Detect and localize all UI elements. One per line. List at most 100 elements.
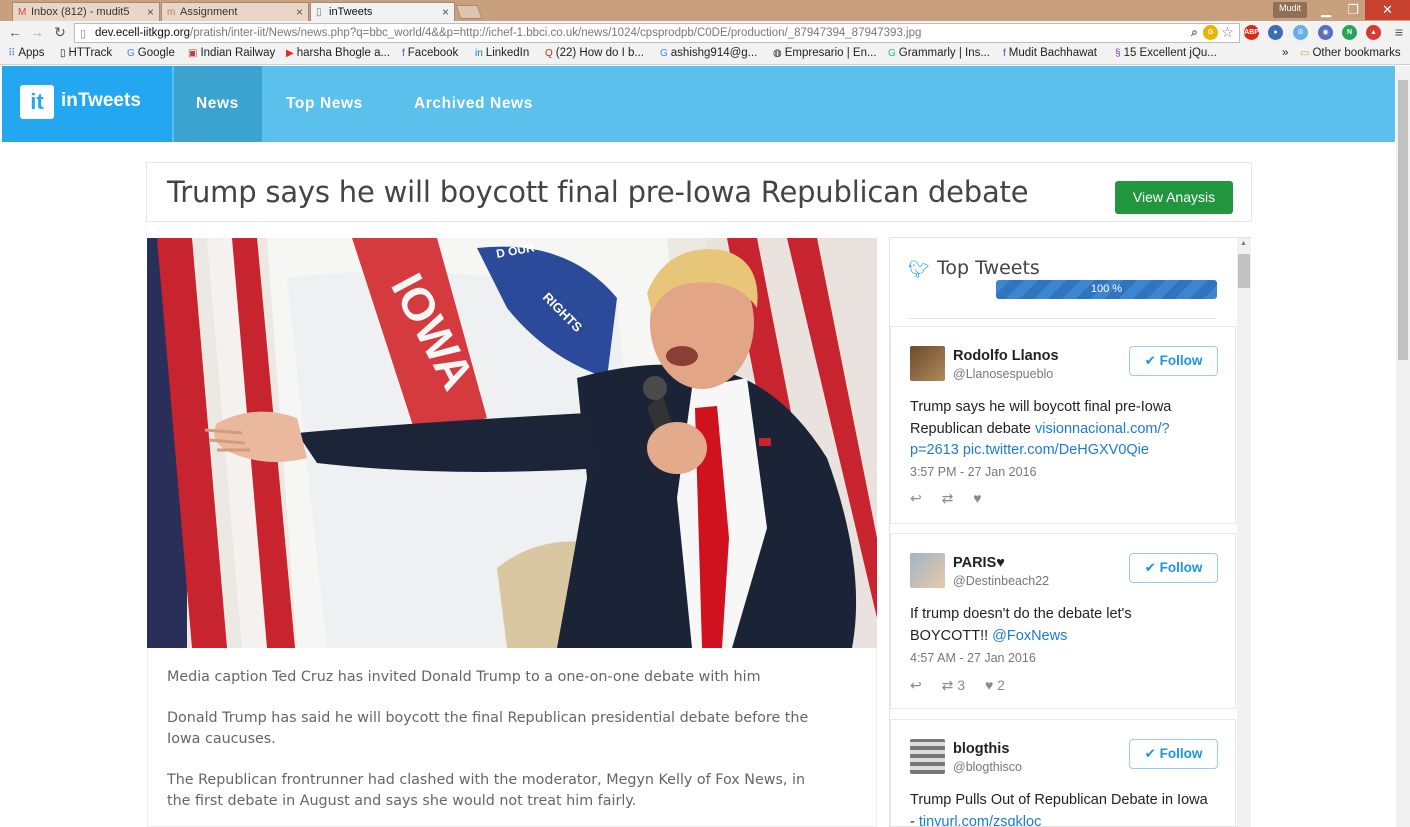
- close-window-icon[interactable]: ✕: [1365, 0, 1410, 20]
- tweet-actions: ↩ ⇄ ♥: [910, 490, 998, 507]
- bookmark-item[interactable]: f Mudit Bachhawat: [1003, 47, 1097, 59]
- bookmark-item[interactable]: G Grammarly | Ins...: [888, 47, 990, 59]
- tweet-author-handle[interactable]: @blogthisco: [953, 760, 1022, 774]
- extension-icon[interactable]: N: [1342, 25, 1357, 40]
- tab-label: Inbox (812) - mudit5: [31, 6, 130, 18]
- article-paragraph: Donald Trump has said he will boycott th…: [167, 710, 809, 747]
- article-hero-image: IOWA D OUR RIGHTS: [147, 238, 877, 648]
- retweet-count: 3: [957, 677, 966, 693]
- bookmark-item[interactable]: ▯ HTTrack: [60, 47, 112, 59]
- nav-top-news[interactable]: Top News: [264, 66, 385, 142]
- panel-title: Top Tweets: [937, 257, 1040, 279]
- bookmark-item[interactable]: ⠿ Apps: [8, 47, 45, 59]
- tweet-timestamp[interactable]: 3:57 PM - 27 Jan 2016: [910, 465, 1036, 479]
- tweet-card: blogthis @blogthisco ✔︎ Follow Trump Pul…: [890, 719, 1236, 827]
- facebook-icon: f: [402, 48, 405, 59]
- close-tab-icon[interactable]: ×: [442, 5, 449, 19]
- profile-button[interactable]: Mudit: [1273, 2, 1308, 18]
- reply-icon[interactable]: ↩: [910, 490, 922, 507]
- tweet-author-name[interactable]: Rodolfo Llanos: [953, 348, 1059, 364]
- facebook-icon: f: [1003, 48, 1006, 59]
- bookmark-item[interactable]: f Facebook: [402, 47, 458, 59]
- divider: [908, 318, 1216, 319]
- bookmark-item[interactable]: Gashishg914@g...: [660, 47, 757, 59]
- brand-logo[interactable]: it inTweets: [2, 66, 172, 142]
- tweet-author-handle[interactable]: @Llanosespueblo: [953, 367, 1053, 381]
- extension-icon[interactable]: ⚙: [1293, 25, 1308, 40]
- grammarly-icon: G: [888, 48, 896, 59]
- apps-grid-icon: ⠿: [8, 48, 16, 59]
- like-heart-icon[interactable]: ♥: [973, 490, 981, 506]
- extension-icon[interactable]: G: [1203, 25, 1218, 40]
- menu-icon[interactable]: ≡: [1390, 24, 1408, 40]
- page-icon: ▯: [316, 7, 322, 18]
- bookmark-label: Indian Railway: [200, 47, 276, 59]
- tab-intweets[interactable]: ▯ inTweets ×: [310, 2, 455, 21]
- bookmark-item[interactable]: G Google: [127, 47, 175, 59]
- tweet-timestamp[interactable]: 4:57 AM - 27 Jan 2016: [910, 651, 1036, 665]
- bookmark-item[interactable]: Q (22) How do I b...: [545, 47, 644, 59]
- bookmark-label: (22) How do I b...: [555, 47, 644, 59]
- like-heart-icon[interactable]: ♥ 2: [985, 677, 1005, 693]
- page-scrollbar[interactable]: [1396, 66, 1410, 827]
- page-info-icon: ▯: [80, 28, 87, 40]
- tweet-author-handle[interactable]: @Destinbeach22: [953, 574, 1049, 588]
- tweets-scrollbar[interactable]: ▲: [1237, 238, 1251, 827]
- retweet-icon[interactable]: ⇄: [942, 490, 954, 507]
- bookmark-item[interactable]: ▣ Indian Railway: [188, 47, 275, 59]
- browser-toolbar: ← → ↻ ▯ dev.ecell-iitkgp.org/pratish/int…: [0, 21, 1410, 45]
- back-arrow-icon[interactable]: ←: [6, 24, 24, 40]
- reply-icon[interactable]: ↩: [910, 677, 922, 694]
- extension-icon[interactable]: ▲: [1366, 25, 1381, 40]
- view-analysis-button[interactable]: View Anaysis: [1115, 181, 1233, 214]
- bookmark-label: Apps: [18, 47, 45, 59]
- address-bar[interactable]: ▯ dev.ecell-iitkgp.org/pratish/inter-iit…: [74, 23, 1240, 43]
- reload-icon[interactable]: ↻: [51, 24, 69, 41]
- star-bookmark-icon[interactable]: ☆: [1220, 25, 1235, 40]
- tweet-link[interactable]: tinyurl.com/zsqkloc: [919, 814, 1041, 827]
- minimize-icon[interactable]: ▁: [1312, 0, 1340, 20]
- tweet-author-name[interactable]: blogthis: [953, 741, 1009, 757]
- avatar[interactable]: [910, 346, 945, 381]
- extension-icon[interactable]: ◉: [1318, 25, 1333, 40]
- tweet-link[interactable]: @FoxNews: [992, 628, 1067, 644]
- tab-label: Assignment: [180, 6, 238, 18]
- tab-assignment[interactable]: m Assignment ×: [161, 2, 309, 21]
- scroll-up-arrow-icon[interactable]: ▲: [1240, 240, 1247, 247]
- youtube-icon: ▶: [286, 48, 294, 59]
- other-bookmarks[interactable]: ▭ Other bookmarks: [1300, 47, 1401, 59]
- nav-news[interactable]: News: [174, 66, 262, 142]
- adblock-icon[interactable]: ABP: [1244, 25, 1259, 40]
- retweet-icon[interactable]: ⇄ 3: [942, 677, 965, 694]
- bookmark-item[interactable]: in LinkedIn: [475, 47, 529, 59]
- avatar[interactable]: [910, 739, 945, 774]
- bookmarks-overflow-icon[interactable]: »: [1282, 47, 1288, 59]
- bookmark-label: LinkedIn: [485, 47, 530, 59]
- maximize-icon[interactable]: ❐: [1339, 0, 1367, 20]
- extension-icon[interactable]: ●: [1268, 25, 1283, 40]
- avatar[interactable]: [910, 553, 945, 588]
- scrollbar-thumb[interactable]: [1238, 254, 1250, 288]
- bookmark-item[interactable]: § 15 Excellent jQu...: [1115, 47, 1217, 59]
- tweet-actions: ↩ ⇄ 3 ♥ 2: [910, 677, 1021, 694]
- twitter-bird-icon: ✔︎: [1144, 560, 1156, 575]
- twitter-bird-icon: ✔︎: [1144, 746, 1156, 761]
- bookmark-item[interactable]: ◍ Empresario | En...: [773, 47, 877, 59]
- follow-button[interactable]: ✔︎ Follow: [1129, 553, 1218, 583]
- tweet-author-name[interactable]: PARIS♥: [953, 555, 1005, 571]
- close-tab-icon[interactable]: ×: [296, 5, 303, 19]
- forward-arrow-icon[interactable]: →: [28, 24, 46, 40]
- close-tab-icon[interactable]: ×: [147, 5, 154, 19]
- zoom-icon[interactable]: ⌕: [1187, 25, 1202, 40]
- twitter-bird-icon: ✔︎: [1144, 353, 1156, 368]
- new-tab-button[interactable]: [455, 5, 483, 19]
- site-header: it inTweets News Top News Archived News: [2, 66, 1395, 142]
- follow-label: Follow: [1159, 560, 1203, 575]
- follow-button[interactable]: ✔︎ Follow: [1129, 346, 1218, 376]
- follow-button[interactable]: ✔︎ Follow: [1129, 739, 1218, 769]
- tab-inbox[interactable]: M Inbox (812) - mudit5 ×: [12, 2, 160, 21]
- scrollbar-thumb[interactable]: [1398, 80, 1408, 360]
- tweet-text: Trump Pulls Out of Republican Debate in …: [910, 790, 1210, 827]
- bookmark-item[interactable]: ▶ harsha Bhogle a...: [286, 47, 390, 59]
- nav-archived-news[interactable]: Archived News: [392, 66, 555, 142]
